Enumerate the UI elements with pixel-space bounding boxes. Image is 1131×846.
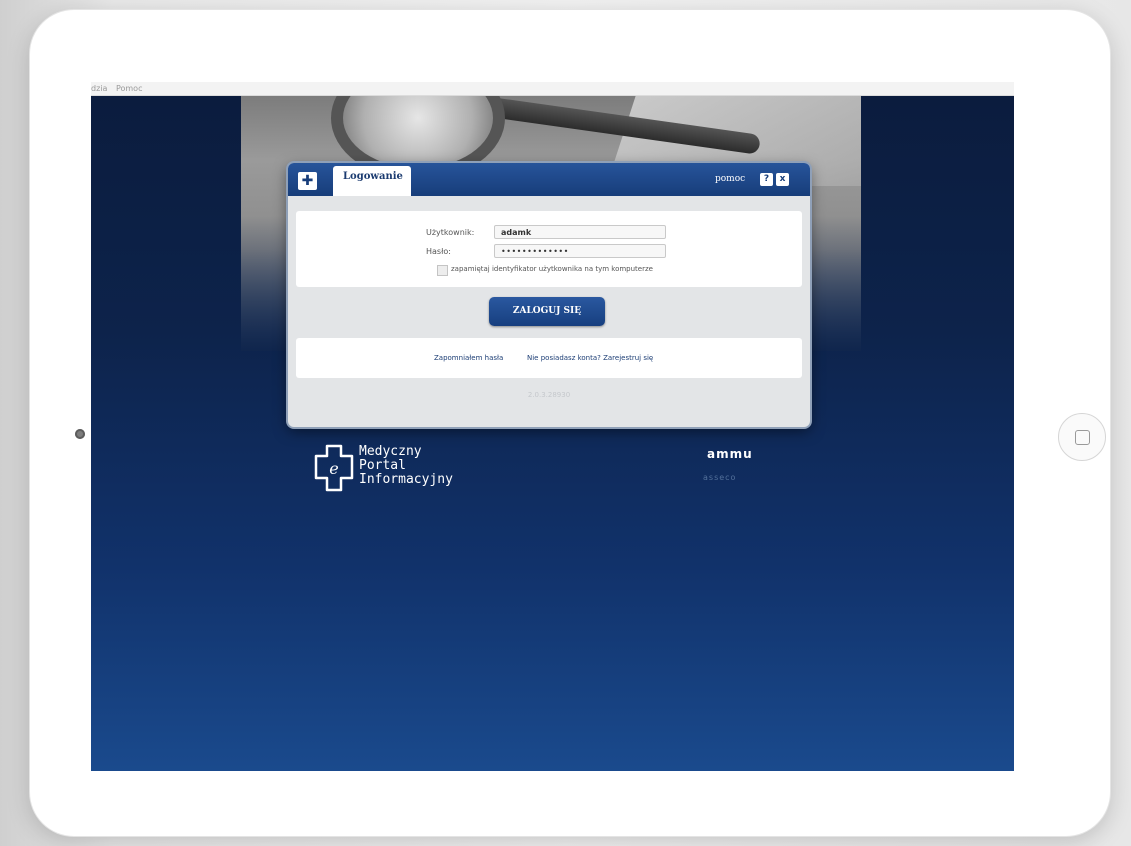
remember-label: zapamiętaj identyfikator użytkownika na … — [451, 265, 653, 273]
asseco-logo: asseco — [703, 473, 737, 482]
forgot-password-link[interactable]: Zapomniałem hasła — [434, 354, 503, 362]
login-dialog: ✚ Logowanie pomoc ? x Użytkownik: adamk … — [288, 163, 810, 427]
home-square-icon — [1074, 429, 1090, 445]
ammu-logo: ammu — [707, 447, 753, 461]
remember-checkbox[interactable] — [437, 265, 448, 276]
portal-name-line3: Informacyjny — [359, 472, 453, 487]
password-field[interactable]: ••••••••••••• — [494, 244, 666, 258]
close-button[interactable]: x — [776, 173, 789, 186]
username-field[interactable]: adamk — [494, 225, 666, 239]
dialog-header: ✚ Logowanie pomoc ? x — [288, 163, 810, 196]
tab-login[interactable]: Logowanie — [333, 166, 411, 196]
portal-name: Medyczny Portal Informacyjny — [359, 445, 453, 487]
app-screen: ✚ Logowanie pomoc ? x Użytkownik: adamk … — [91, 96, 1014, 771]
camera-icon — [75, 429, 85, 439]
help-link[interactable]: pomoc — [715, 174, 745, 184]
portal-logo-icon: e — [314, 444, 354, 492]
help-button[interactable]: ? — [760, 173, 773, 186]
menu-item-tools[interactable]: dzia — [91, 84, 107, 93]
portal-name-line1: Medyczny — [359, 444, 422, 459]
home-button[interactable] — [1058, 413, 1106, 461]
login-button[interactable]: ZALOGUJ SIĘ — [489, 297, 605, 326]
version-label: 2.0.3.28930 — [527, 391, 571, 399]
password-label: Hasło: — [426, 247, 451, 256]
username-label: Użytkownik: — [426, 228, 475, 237]
links-panel: Zapomniałem hasła Nie posiadasz konta? Z… — [296, 338, 802, 378]
portal-name-line2: Portal — [359, 458, 406, 473]
logo-letter: e — [329, 459, 338, 478]
credentials-panel: Użytkownik: adamk Hasło: ••••••••••••• z… — [296, 211, 802, 287]
register-link[interactable]: Nie posiadasz konta? Zarejestruj się — [527, 354, 653, 362]
menu-item-help[interactable]: Pomoc — [116, 84, 143, 93]
cross-logo-icon: ✚ — [298, 172, 317, 190]
menu-bar: dzia Pomoc — [91, 82, 1014, 96]
